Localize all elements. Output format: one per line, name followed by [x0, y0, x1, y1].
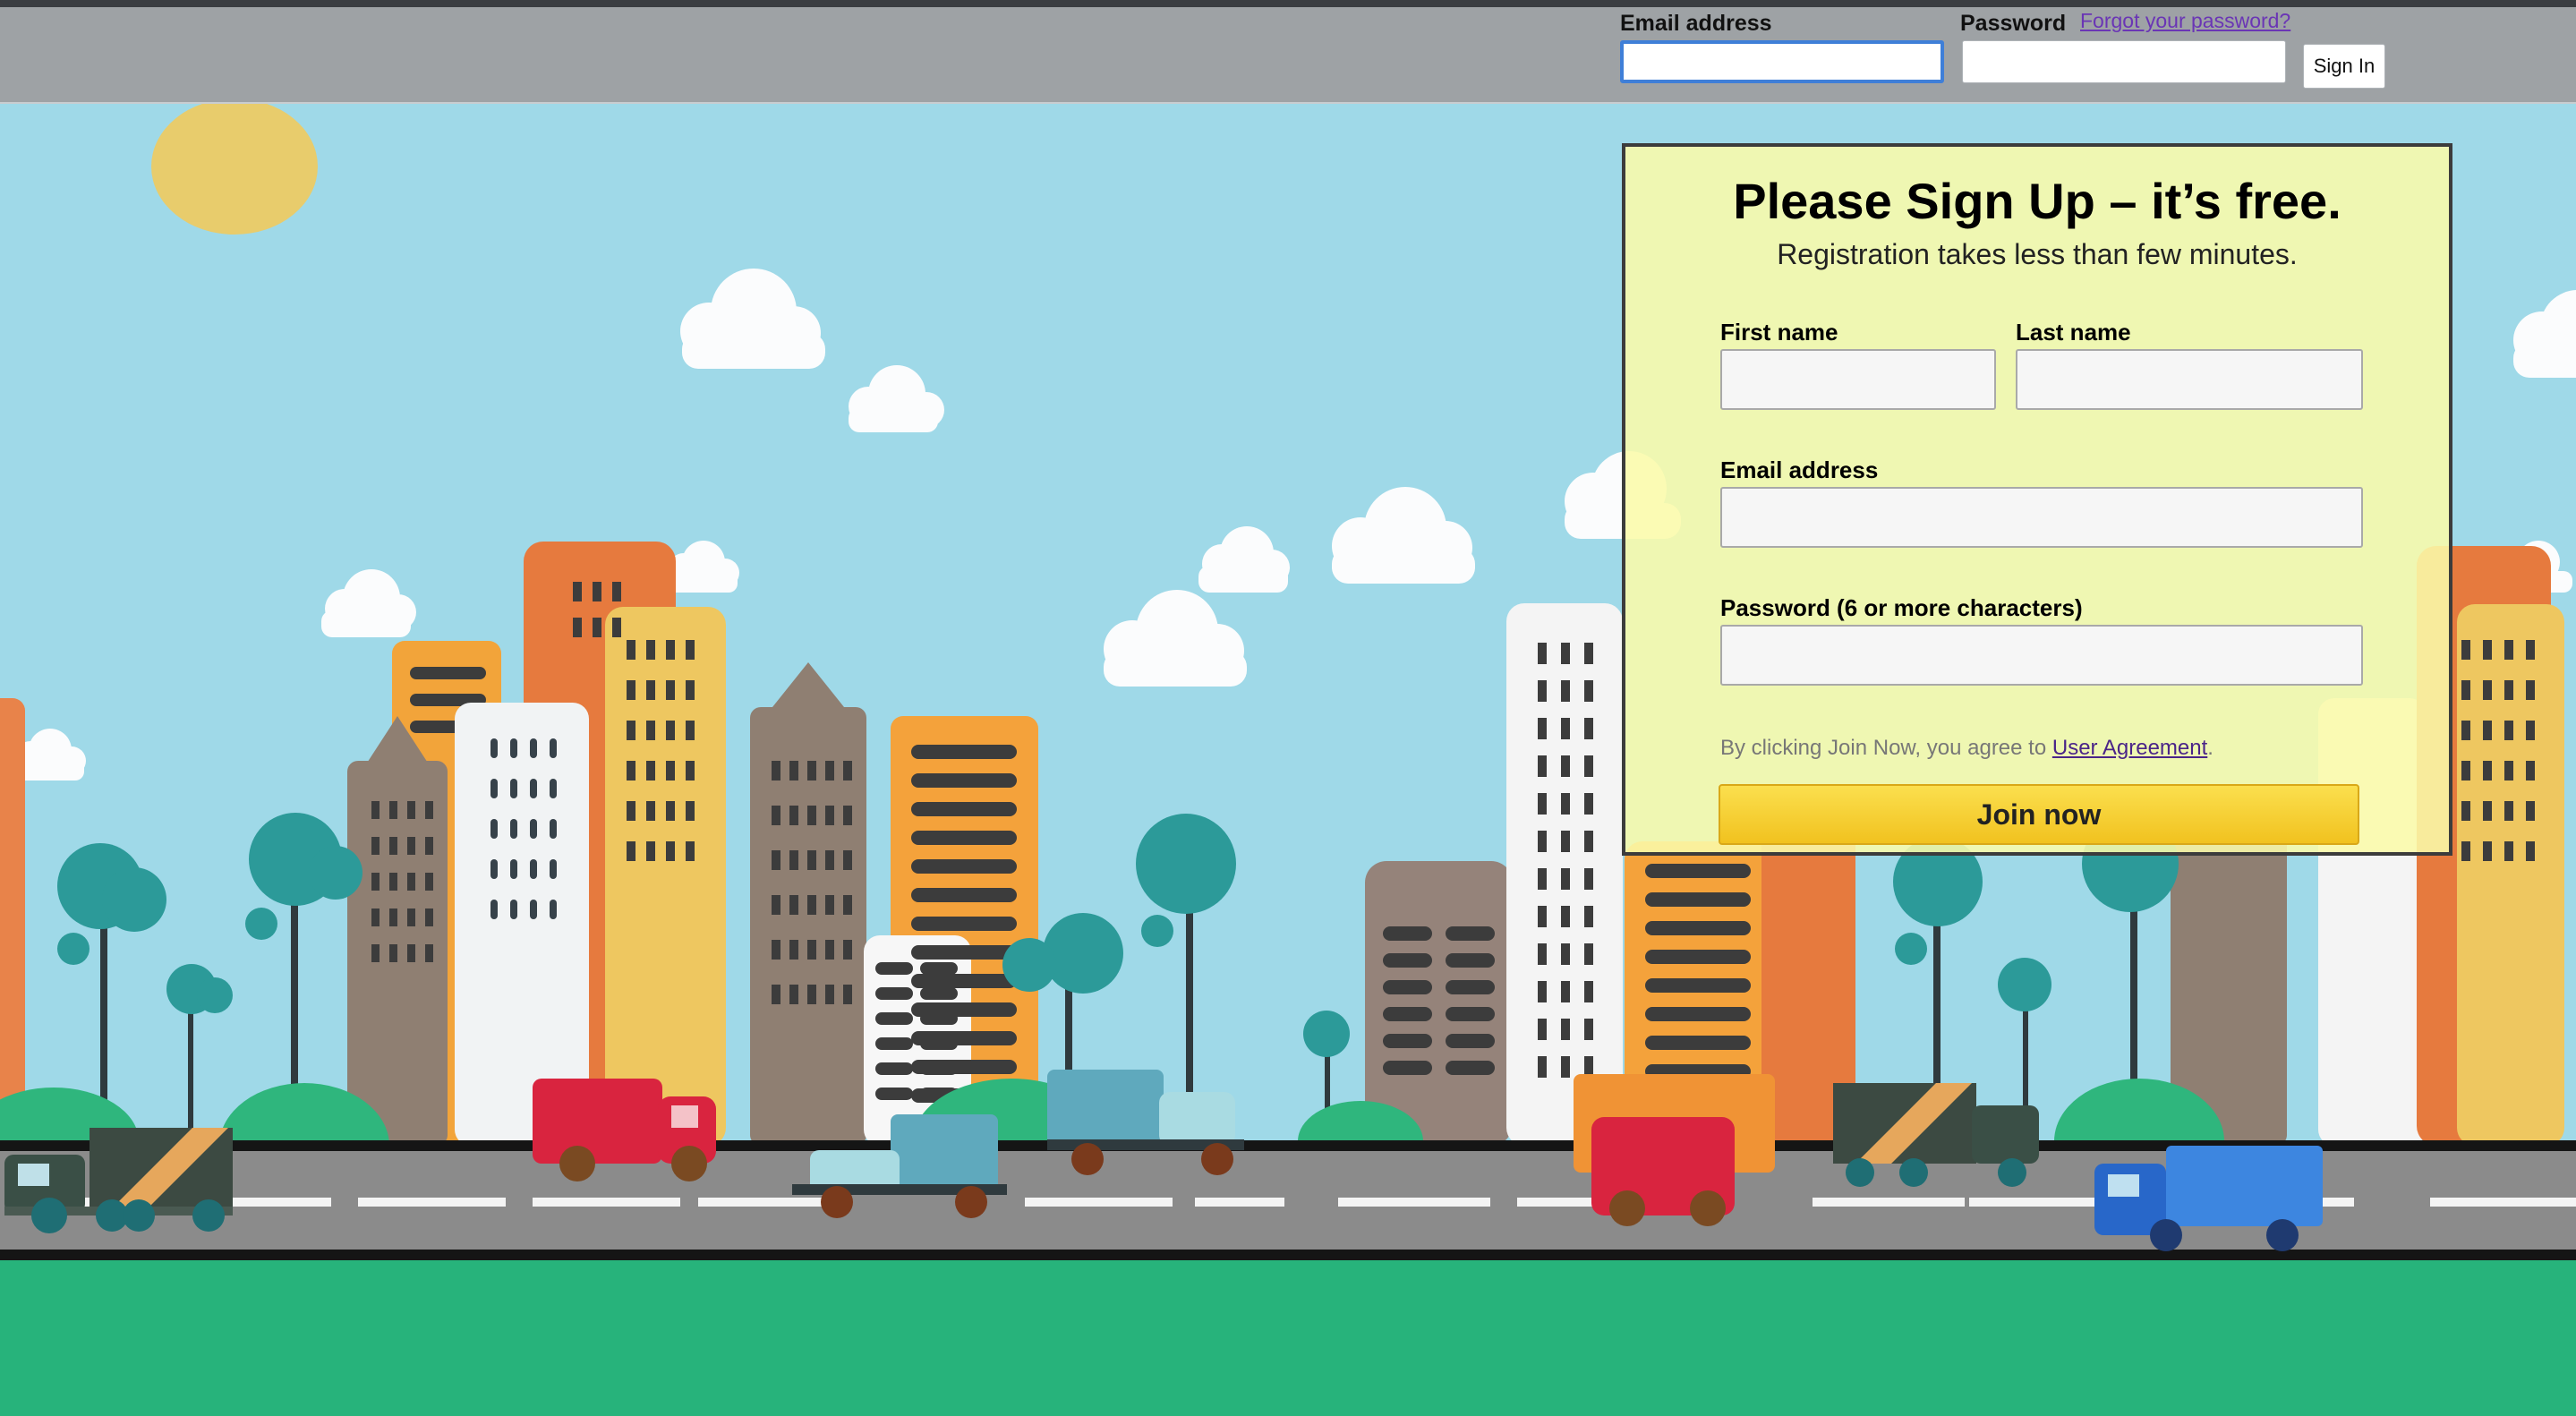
header-password-input[interactable] — [1962, 40, 2286, 83]
agreement-text: By clicking Join Now, you agree to User … — [1720, 736, 2213, 761]
join-now-button[interactable]: Join now — [1719, 784, 2359, 845]
first-name-input[interactable] — [1720, 349, 1996, 410]
header-email-input[interactable] — [1620, 40, 1944, 83]
agreement-prefix: By clicking Join Now, you agree to — [1720, 736, 2052, 760]
signup-password-input[interactable] — [1720, 625, 2363, 686]
header-password-label: Password — [1960, 11, 2067, 36]
first-name-label: First name — [1720, 319, 1838, 345]
signup-email-input[interactable] — [1720, 487, 2363, 548]
signup-email-label: Email address — [1720, 456, 1879, 483]
top-border-strip — [0, 0, 2576, 7]
green-ground — [0, 1260, 2576, 1416]
road-bottom-edge — [0, 1250, 2576, 1260]
signup-title: Please Sign Up – it’s free. — [1733, 173, 2341, 229]
forgot-password-link[interactable]: Forgot your password? — [2080, 9, 2290, 33]
last-name-label: Last name — [2016, 319, 2131, 345]
sign-in-button[interactable]: Sign In — [2303, 44, 2385, 89]
agreement-suffix: . — [2207, 736, 2213, 760]
header-signin-bar: Email address Password Forgot your passw… — [0, 7, 2576, 104]
sun-graphic — [151, 104, 318, 235]
last-name-input[interactable] — [2016, 349, 2363, 410]
user-agreement-link[interactable]: User Agreement — [2052, 736, 2207, 760]
signup-subtitle: Registration takes less than few minutes… — [1777, 238, 2298, 270]
header-email-label: Email address — [1620, 11, 1772, 36]
signup-password-label: Password (6 or more characters) — [1720, 594, 2083, 621]
signup-panel: Please Sign Up – it’s free. Registration… — [1622, 143, 2452, 856]
